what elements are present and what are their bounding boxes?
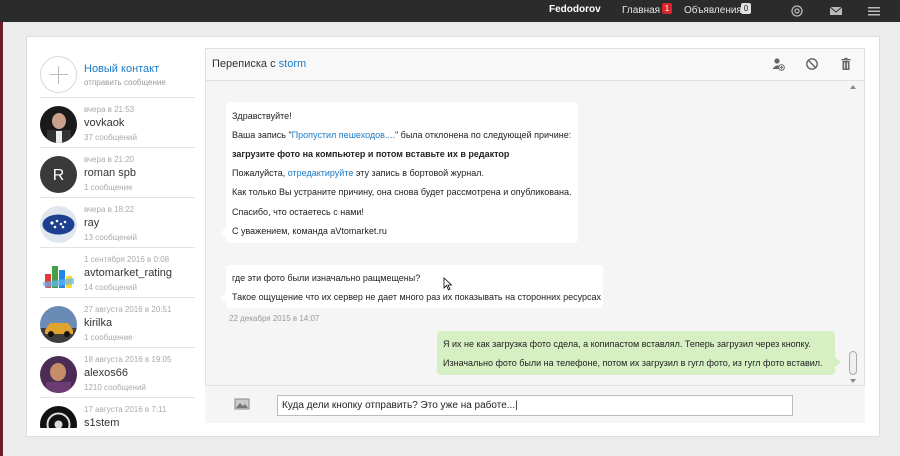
conversation-header: Переписка с storm bbox=[206, 49, 864, 81]
message-line: Такое ощущение что их сервер не дает мно… bbox=[232, 292, 602, 302]
attach-image-icon[interactable] bbox=[234, 398, 250, 410]
contact-message-count: 37 сообщений bbox=[84, 133, 137, 142]
message-text: эту запись в бортовой журнал. bbox=[353, 168, 484, 178]
contact-item-roman-spb[interactable]: R вчера в 21:20 roman spb 1 сообщение bbox=[40, 149, 195, 198]
message-line: Я их не как загрузка фото сдела, а копип… bbox=[443, 339, 811, 349]
avatar bbox=[40, 306, 77, 343]
edit-link[interactable]: отредактируйте bbox=[288, 168, 354, 178]
plus-icon[interactable] bbox=[40, 56, 77, 93]
mail-icon[interactable] bbox=[829, 4, 843, 18]
nav-home-link[interactable]: Главная bbox=[622, 5, 660, 16]
mouse-cursor-icon bbox=[443, 277, 453, 291]
message-input[interactable] bbox=[277, 395, 793, 416]
scroll-thumb[interactable] bbox=[849, 351, 857, 375]
contact-message-count: 14 сообщений bbox=[84, 283, 137, 292]
home-badge: 1 bbox=[662, 3, 672, 14]
conversation-user-link[interactable]: storm bbox=[279, 58, 307, 70]
contact-time: 17 августа 2016 в 7:11 bbox=[84, 405, 167, 414]
new-contact-item[interactable]: Новый контакт отправить сообщение bbox=[40, 48, 195, 98]
new-contact-title[interactable]: Новый контакт bbox=[84, 63, 159, 75]
new-contact-subtitle: отправить сообщение bbox=[84, 78, 166, 87]
contact-time: вчера в 21:53 bbox=[84, 105, 135, 114]
contact-time: 1 сентября 2016 в 0:08 bbox=[84, 255, 170, 264]
contact-time: 27 августа 2016 в 20:51 bbox=[84, 305, 172, 314]
avatar: R bbox=[40, 156, 77, 193]
contact-time: 18 августа 2016 в 19:05 bbox=[84, 355, 172, 364]
message-text: " была отклонена по следующей причине: bbox=[394, 130, 572, 140]
message-bubble-incoming: где эти фото были изначально ращмещены? … bbox=[226, 265, 603, 308]
trash-icon[interactable] bbox=[839, 57, 853, 71]
avatar bbox=[40, 256, 77, 293]
contact-name: kirilka bbox=[84, 317, 113, 329]
message-bubble-incoming: Здравствуйте! Ваша запись "Пропустил пеш… bbox=[226, 102, 578, 243]
menu-icon[interactable] bbox=[867, 4, 881, 18]
conversation-title: Переписка с storm bbox=[212, 58, 306, 70]
contact-message-count: 1210 сообщений bbox=[84, 383, 146, 392]
message-line: Спасибо, что остаетесь с нами! bbox=[232, 207, 364, 217]
conversation-scrollbar[interactable] bbox=[848, 85, 858, 385]
block-icon[interactable] bbox=[805, 57, 819, 71]
contacts-sidebar: Новый контакт отправить сообщение вчера … bbox=[40, 48, 195, 428]
message-text: Ваша запись " bbox=[232, 130, 292, 140]
contact-item-s1stem[interactable]: 17 августа 2016 в 7:11 s1stem bbox=[40, 399, 195, 428]
avatar bbox=[40, 206, 77, 243]
contact-item-ray[interactable]: вчера в 18:22 ray 13 сообщений bbox=[40, 199, 195, 248]
avatar bbox=[40, 356, 77, 393]
message-bubble-outgoing: Я их не как загрузка фото сдела, а копип… bbox=[437, 331, 835, 375]
contact-time: вчера в 18:22 bbox=[84, 205, 135, 214]
avatar-initial: R bbox=[53, 167, 65, 184]
message-line: Пожалуйста, отредактируйте эту запись в … bbox=[232, 167, 484, 179]
contact-message-count: 1 сообщение bbox=[84, 333, 133, 342]
contact-name: vovkaok bbox=[84, 117, 125, 129]
contact-item-vovkaok[interactable]: вчера в 21:53 vovkaok 37 сообщений bbox=[40, 99, 195, 148]
message-line: Изначально фото были на телефоне, потом … bbox=[443, 358, 823, 368]
at-icon[interactable] bbox=[790, 4, 804, 18]
ads-badge: 0 bbox=[741, 3, 751, 14]
rejection-reason: загрузите фото на компьютер и потом вста… bbox=[232, 149, 510, 159]
contact-message-count: 13 сообщений bbox=[84, 233, 137, 242]
avatar bbox=[40, 406, 77, 428]
nav-ads-link[interactable]: Объявления bbox=[684, 5, 742, 16]
message-line: С уважением, команда aVtomarket.ru bbox=[232, 226, 387, 236]
contact-item-avtomarket-rating[interactable]: 1 сентября 2016 в 0:08 avtomarket_rating… bbox=[40, 249, 195, 298]
contact-name: s1stem bbox=[84, 417, 120, 428]
contact-name: avtomarket_rating bbox=[84, 267, 173, 279]
message-date: 22 декабря 2015 в 14:07 bbox=[229, 314, 320, 323]
scroll-up-icon[interactable] bbox=[850, 85, 856, 89]
contact-name: roman spb bbox=[84, 167, 136, 179]
contact-name: ray bbox=[84, 217, 100, 229]
post-link[interactable]: Пропустил пешеходов.... bbox=[292, 130, 395, 140]
contact-item-alexos66[interactable]: 18 августа 2016 в 19:05 alexos66 1210 со… bbox=[40, 349, 195, 398]
contact-message-count: 1 сообщение bbox=[84, 183, 133, 192]
contact-item-kirilka[interactable]: 27 августа 2016 в 20:51 kirilka 1 сообще… bbox=[40, 299, 195, 348]
avatar bbox=[40, 106, 77, 143]
username-link[interactable]: Fedodorov bbox=[549, 4, 601, 15]
add-user-icon[interactable] bbox=[771, 57, 785, 71]
scroll-down-icon[interactable] bbox=[850, 379, 856, 383]
message-line: Как только Вы устраните причину, она сно… bbox=[232, 187, 572, 197]
top-bar: Fedodorov Главная 1 Объявления 0 bbox=[0, 0, 900, 22]
bubble-tail bbox=[835, 357, 841, 367]
message-text: Пожалуйста, bbox=[232, 168, 288, 178]
message-line: Ваша запись "Пропустил пешеходов...." бы… bbox=[232, 129, 571, 141]
contact-name: alexos66 bbox=[84, 367, 129, 379]
message-line: Здравствуйте! bbox=[232, 111, 292, 121]
contact-time: вчера в 21:20 bbox=[84, 155, 135, 164]
conversation-title-prefix: Переписка с bbox=[212, 58, 279, 70]
message-line: где эти фото были изначально ращмещены? bbox=[232, 273, 421, 283]
